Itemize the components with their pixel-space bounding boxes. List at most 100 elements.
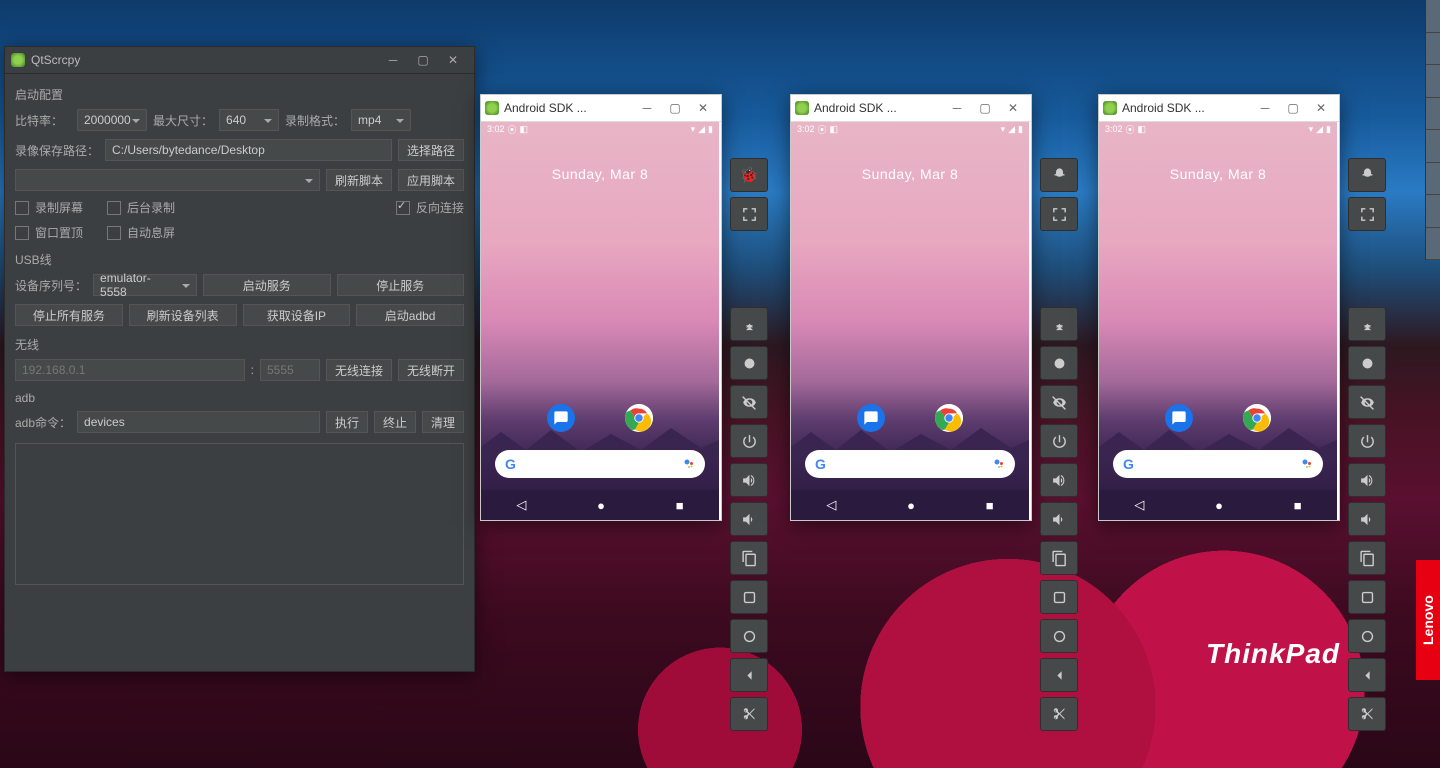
home-nav-icon[interactable] [1040, 619, 1078, 653]
recent-button[interactable]: ■ [986, 498, 994, 513]
back-nav-icon[interactable] [1040, 658, 1078, 692]
app-switch-icon[interactable] [730, 580, 768, 614]
home-button[interactable]: ● [907, 498, 915, 513]
home-button[interactable]: ● [597, 498, 605, 513]
clear-button[interactable]: 清理 [422, 411, 464, 433]
adb-cmd-field[interactable]: devices [77, 411, 320, 433]
fullscreen-icon[interactable] [1040, 197, 1078, 231]
maximize-button[interactable]: ▢ [1279, 98, 1307, 118]
pin-icon[interactable] [1348, 158, 1386, 192]
fullscreen-icon[interactable] [730, 197, 768, 231]
bitrate-combo[interactable]: 2000000 [77, 109, 147, 131]
copy-icon[interactable] [1040, 541, 1078, 575]
get-ip-button[interactable]: 获取设备IP [243, 304, 351, 326]
record-screen-checkbox[interactable]: 录制屏幕 [15, 199, 83, 216]
wireless-connect-button[interactable]: 无线连接 [326, 359, 392, 381]
execute-button[interactable]: 执行 [326, 411, 368, 433]
refresh-devices-button[interactable]: 刷新设备列表 [129, 304, 237, 326]
start-adbd-button[interactable]: 启动adbd [356, 304, 464, 326]
fullscreen-icon[interactable] [1348, 197, 1386, 231]
back-button[interactable]: ◁ [1134, 497, 1144, 513]
recent-button[interactable]: ■ [1294, 498, 1302, 513]
app-switch-icon[interactable] [1348, 580, 1386, 614]
select-path-button[interactable]: 选择路径 [398, 139, 464, 161]
log-output[interactable] [15, 443, 464, 585]
minimize-button[interactable]: ─ [1251, 98, 1279, 118]
expand-icon[interactable] [730, 307, 768, 341]
app-switch-icon[interactable] [1040, 580, 1078, 614]
cut-icon[interactable] [1040, 697, 1078, 731]
expand-icon[interactable] [1040, 307, 1078, 341]
desktop-side-toolbar[interactable] [1425, 0, 1440, 260]
start-service-button[interactable]: 启动服务 [203, 274, 331, 296]
maximize-button[interactable]: ▢ [661, 98, 689, 118]
recent-button[interactable]: ■ [676, 498, 684, 513]
volume-up-icon[interactable] [1348, 463, 1386, 497]
phone-titlebar[interactable]: Android SDK ... ─ ▢ ✕ [791, 95, 1031, 122]
minimize-button[interactable]: ─ [633, 98, 661, 118]
home-nav-icon[interactable] [730, 619, 768, 653]
power-icon[interactable] [730, 424, 768, 458]
visibility-off-icon[interactable] [1040, 385, 1078, 419]
minimize-button[interactable]: ─ [378, 47, 408, 73]
home-nav-icon[interactable] [1348, 619, 1386, 653]
record-icon[interactable] [1348, 346, 1386, 380]
close-button[interactable]: ✕ [438, 47, 468, 73]
google-search-bar[interactable]: G [1113, 450, 1323, 478]
close-button[interactable]: ✕ [1307, 98, 1335, 118]
google-search-bar[interactable]: G [495, 450, 705, 478]
stop-all-button[interactable]: 停止所有服务 [15, 304, 123, 326]
back-nav-icon[interactable] [730, 658, 768, 692]
messages-app-icon[interactable] [857, 404, 885, 432]
phone-screen[interactable]: 3:02 ⦿ ◧ ▾ ◢ ▮ Sunday, Mar 8 [1099, 122, 1337, 520]
recpath-field[interactable]: C:/Users/bytedance/Desktop [105, 139, 392, 161]
volume-up-icon[interactable] [1040, 463, 1078, 497]
chrome-app-icon[interactable] [625, 404, 653, 432]
auto-off-checkbox[interactable]: 自动息屏 [107, 224, 175, 241]
phone-screen[interactable]: 3:02 ⦿ ◧ ▾ ◢ ▮ Sunday, Mar 8 [481, 122, 719, 520]
visibility-off-icon[interactable] [730, 385, 768, 419]
volume-down-icon[interactable] [1040, 502, 1078, 536]
cut-icon[interactable] [730, 697, 768, 731]
minimize-button[interactable]: ─ [943, 98, 971, 118]
stop-service-button[interactable]: 停止服务 [337, 274, 465, 296]
maximize-button[interactable]: ▢ [408, 47, 438, 73]
expand-icon[interactable] [1348, 307, 1386, 341]
volume-down-icon[interactable] [1348, 502, 1386, 536]
apply-script-button[interactable]: 应用脚本 [398, 169, 464, 191]
power-icon[interactable] [1040, 424, 1078, 458]
bg-record-checkbox[interactable]: 后台录制 [107, 199, 175, 216]
home-button[interactable]: ● [1215, 498, 1223, 513]
record-icon[interactable] [730, 346, 768, 380]
copy-icon[interactable] [730, 541, 768, 575]
messages-app-icon[interactable] [1165, 404, 1193, 432]
serial-combo[interactable]: emulator-5558 [93, 274, 197, 296]
terminate-button[interactable]: 终止 [374, 411, 416, 433]
chrome-app-icon[interactable] [1243, 404, 1271, 432]
recfmt-combo[interactable]: mp4 [351, 109, 411, 131]
copy-icon[interactable] [1348, 541, 1386, 575]
wireless-disconnect-button[interactable]: 无线断开 [398, 359, 464, 381]
script-combo[interactable] [15, 169, 320, 191]
phone-titlebar[interactable]: Android SDK ... ─ ▢ ✕ [481, 95, 721, 122]
maximize-button[interactable]: ▢ [971, 98, 999, 118]
chrome-app-icon[interactable] [935, 404, 963, 432]
volume-down-icon[interactable] [730, 502, 768, 536]
phone-titlebar[interactable]: Android SDK ... ─ ▢ ✕ [1099, 95, 1339, 122]
reverse-conn-checkbox[interactable]: 反向连接 [396, 199, 464, 216]
close-button[interactable]: ✕ [999, 98, 1027, 118]
back-button[interactable]: ◁ [516, 497, 526, 513]
cut-icon[interactable] [1348, 697, 1386, 731]
messages-app-icon[interactable] [547, 404, 575, 432]
qtscrcpy-titlebar[interactable]: QtScrcpy ─ ▢ ✕ [5, 47, 474, 74]
maxsize-combo[interactable]: 640 [219, 109, 279, 131]
volume-up-icon[interactable] [730, 463, 768, 497]
topmost-checkbox[interactable]: 窗口置顶 [15, 224, 83, 241]
phone-screen[interactable]: 3:02 ⦿ ◧ ▾ ◢ ▮ Sunday, Mar 8 [791, 122, 1029, 520]
power-icon[interactable] [1348, 424, 1386, 458]
close-button[interactable]: ✕ [689, 98, 717, 118]
back-button[interactable]: ◁ [826, 497, 836, 513]
back-nav-icon[interactable] [1348, 658, 1386, 692]
google-search-bar[interactable]: G [805, 450, 1015, 478]
refresh-script-button[interactable]: 刷新脚本 [326, 169, 392, 191]
